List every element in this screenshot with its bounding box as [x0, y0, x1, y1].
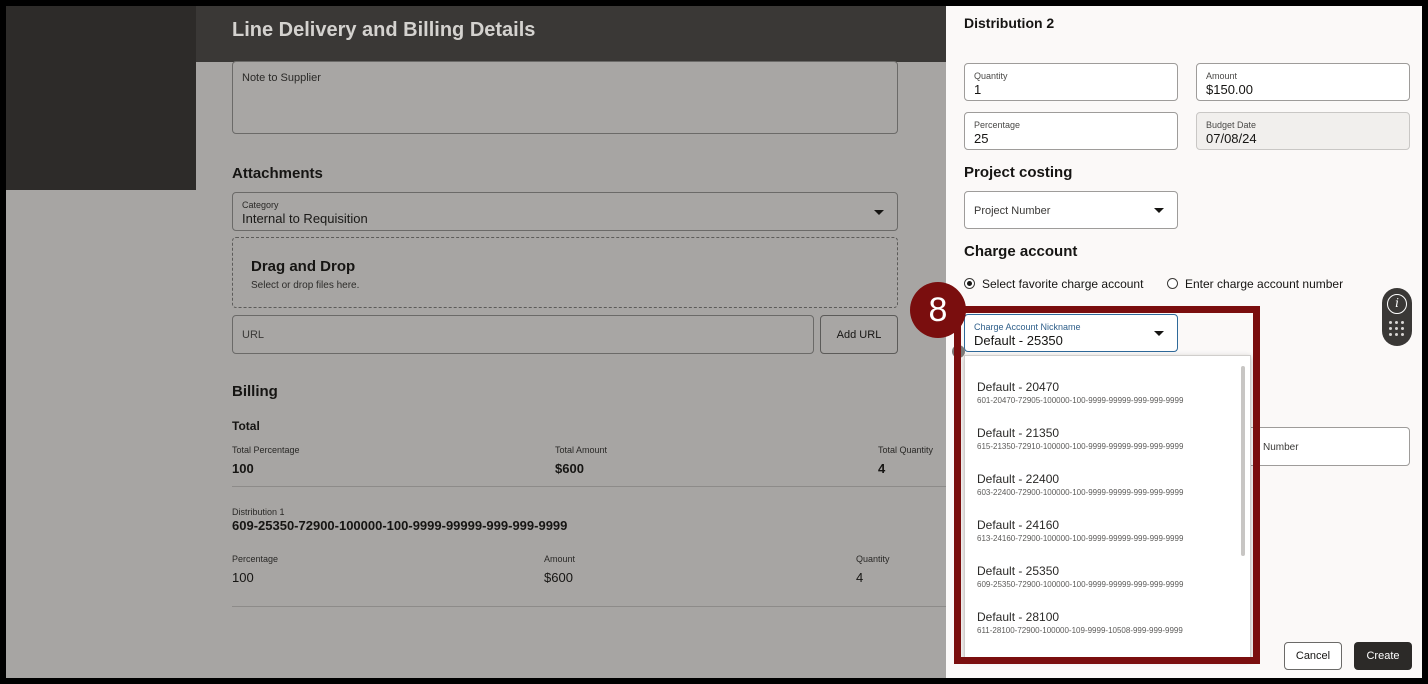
- account-number-label: Number: [1263, 442, 1299, 453]
- total-percentage-value: 100: [232, 461, 254, 476]
- radio-favorite-label: Select favorite charge account: [982, 277, 1144, 291]
- line-details-sheet: Line Delivery and Billing Details Note t…: [196, 6, 956, 678]
- cancel-button[interactable]: Cancel: [1284, 642, 1342, 670]
- amount-field-label: Amount: [1206, 71, 1238, 81]
- drag-drop-zone[interactable]: Drag and Drop Select or drop files here.: [232, 237, 898, 308]
- amount-label: Amount: [544, 554, 576, 564]
- project-number-placeholder: Project Number: [974, 205, 1051, 217]
- add-url-button[interactable]: Add URL: [820, 315, 898, 354]
- url-placeholder: URL: [242, 329, 265, 341]
- amount-value: $600: [544, 570, 573, 585]
- budget-date-value: 07/08/24: [1206, 131, 1257, 146]
- total-amount-label: Total Amount: [555, 445, 608, 455]
- percentage-value: 100: [232, 570, 254, 585]
- budget-date-field: Budget Date 07/08/24: [1196, 112, 1410, 150]
- project-costing-heading: Project costing: [964, 164, 1073, 181]
- total-quantity-label: Total Quantity: [878, 445, 934, 455]
- category-select[interactable]: Category Internal to Requisition: [232, 192, 898, 231]
- radio-enter-charge-account[interactable]: [1167, 278, 1178, 289]
- quantity-value: 4: [856, 570, 864, 585]
- total-quantity-value: 4: [878, 461, 886, 476]
- distribution-1-label: Distribution 1: [232, 507, 285, 517]
- divider: [232, 486, 952, 487]
- attachments-heading: Attachments: [232, 165, 323, 182]
- sheet-header: Line Delivery and Billing Details: [196, 6, 956, 62]
- percentage-field-label: Percentage: [974, 120, 1021, 130]
- budget-date-label: Budget Date: [1206, 120, 1257, 130]
- callout-highlight-box: [954, 306, 1260, 664]
- billing-heading: Billing: [232, 383, 278, 400]
- project-number-select[interactable]: Project Number: [964, 191, 1178, 229]
- dots-grid-icon[interactable]: [1389, 321, 1405, 337]
- quantity-field[interactable]: Quantity 1: [964, 63, 1178, 101]
- note-to-supplier-field[interactable]: Note to Supplier: [232, 61, 898, 134]
- percentage-field-value: 25: [974, 131, 989, 146]
- category-value: Internal to Requisition: [242, 211, 368, 226]
- total-amount-value: $600: [555, 461, 584, 476]
- amount-field[interactable]: Amount $150.00: [1196, 63, 1410, 101]
- category-label: Category: [242, 200, 279, 210]
- url-input[interactable]: URL: [232, 315, 814, 354]
- chevron-down-icon: [1154, 208, 1164, 213]
- screenshot-frame: Line Delivery and Billing Details Note t…: [0, 0, 1428, 684]
- divider: [232, 606, 952, 607]
- create-button[interactable]: Create: [1354, 642, 1412, 670]
- percentage-field[interactable]: Percentage 25: [964, 112, 1178, 150]
- help-widget[interactable]: i: [1382, 288, 1412, 346]
- radio-enter-label: Enter charge account number: [1185, 277, 1344, 291]
- total-percentage-label: Total Percentage: [232, 445, 300, 455]
- note-to-supplier-label: Note to Supplier: [242, 72, 321, 84]
- percentage-label: Percentage: [232, 554, 279, 564]
- callout-step-badge: 8: [910, 282, 966, 338]
- quantity-field-value: 1: [974, 82, 982, 97]
- distribution-1-account: 609-25350-72900-100000-100-9999-99999-99…: [232, 518, 568, 533]
- panel-title: Distribution 2: [964, 15, 1055, 31]
- total-heading: Total: [232, 419, 260, 433]
- charge-account-heading: Charge account: [964, 243, 1078, 260]
- quantity-field-label: Quantity: [974, 71, 1008, 81]
- quantity-label: Quantity: [856, 554, 890, 564]
- info-icon[interactable]: i: [1387, 294, 1407, 314]
- drop-subtitle: Select or drop files here.: [251, 280, 360, 291]
- radio-favorite-charge-account[interactable]: [964, 278, 975, 289]
- chevron-down-icon: [874, 210, 884, 215]
- page-title: Line Delivery and Billing Details: [232, 19, 536, 41]
- amount-field-value: $150.00: [1206, 82, 1253, 97]
- drop-title: Drag and Drop: [251, 258, 356, 275]
